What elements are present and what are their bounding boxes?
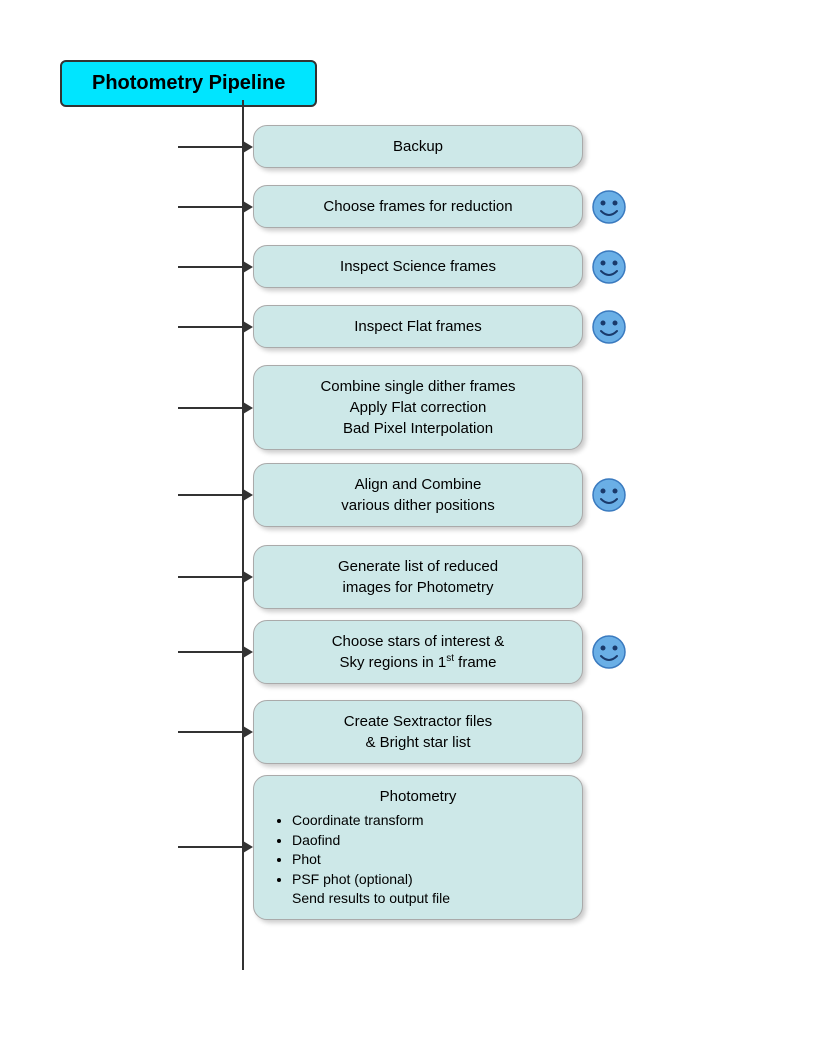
smiley-icon xyxy=(591,309,627,345)
list-item: PSF phot (optional)Send results to outpu… xyxy=(292,870,562,909)
arrow-tip xyxy=(243,646,253,658)
h-connector xyxy=(178,407,244,409)
arrow-tip xyxy=(243,571,253,583)
step-box-photometry[interactable]: Photometry Coordinate transformDaofindPho… xyxy=(253,775,583,920)
step-row-inspect-flat[interactable]: Inspect Flat frames xyxy=(178,305,627,348)
step-row-create-sextractor[interactable]: Create Sextractor files& Bright star lis… xyxy=(178,700,583,764)
h-connector xyxy=(178,146,244,148)
step-box-choose-frames[interactable]: Choose frames for reduction xyxy=(253,185,583,228)
smiley-icon xyxy=(591,189,627,225)
arrow-tip xyxy=(243,261,253,273)
list-item: Coordinate transform xyxy=(292,811,562,831)
step-box-align-combine[interactable]: Align and Combinevarious dither position… xyxy=(253,463,583,527)
h-connector xyxy=(178,494,244,496)
smiley-icon xyxy=(591,477,627,513)
step-row-combine-single[interactable]: Combine single dither framesApply Flat c… xyxy=(178,365,583,450)
step-box-list: Coordinate transformDaofindPhotPSF phot … xyxy=(274,811,562,909)
h-connector xyxy=(178,846,244,848)
h-connector xyxy=(178,731,244,733)
step-row-inspect-science[interactable]: Inspect Science frames xyxy=(178,245,627,288)
step-row-backup[interactable]: Backup xyxy=(178,125,583,168)
step-box-inspect-science[interactable]: Inspect Science frames xyxy=(253,245,583,288)
h-connector xyxy=(178,266,244,268)
step-box-combine-single[interactable]: Combine single dither framesApply Flat c… xyxy=(253,365,583,450)
smiley-icon xyxy=(591,249,627,285)
step-box-choose-stars[interactable]: Choose stars of interest &Sky regions in… xyxy=(253,620,583,684)
arrow-tip xyxy=(243,726,253,738)
step-row-choose-stars[interactable]: Choose stars of interest &Sky regions in… xyxy=(178,620,627,684)
step-row-photometry[interactable]: Photometry Coordinate transformDaofindPho… xyxy=(178,775,583,920)
arrow-tip xyxy=(243,402,253,414)
step-row-generate-list[interactable]: Generate list of reducedimages for Photo… xyxy=(178,545,583,609)
step-box-title: Photometry xyxy=(274,786,562,807)
step-row-choose-frames[interactable]: Choose frames for reduction xyxy=(178,185,627,228)
h-connector xyxy=(178,651,244,653)
h-connector xyxy=(178,326,244,328)
step-box-generate-list[interactable]: Generate list of reducedimages for Photo… xyxy=(253,545,583,609)
h-connector xyxy=(178,206,244,208)
pipeline-title: Photometry Pipeline xyxy=(60,60,317,107)
superscript: st xyxy=(446,653,454,664)
arrow-tip xyxy=(243,321,253,333)
page: Photometry Pipeline Backup Choose frames … xyxy=(0,0,816,1056)
step-box-backup[interactable]: Backup xyxy=(253,125,583,168)
list-item: Daofind xyxy=(292,831,562,851)
arrow-tip xyxy=(243,141,253,153)
list-item: Phot xyxy=(292,850,562,870)
arrow-tip xyxy=(243,841,253,853)
h-connector xyxy=(178,576,244,578)
step-row-align-combine[interactable]: Align and Combinevarious dither position… xyxy=(178,463,627,527)
step-box-create-sextractor[interactable]: Create Sextractor files& Bright star lis… xyxy=(253,700,583,764)
arrow-tip xyxy=(243,201,253,213)
smiley-icon xyxy=(591,634,627,670)
arrow-tip xyxy=(243,489,253,501)
step-box-inspect-flat[interactable]: Inspect Flat frames xyxy=(253,305,583,348)
